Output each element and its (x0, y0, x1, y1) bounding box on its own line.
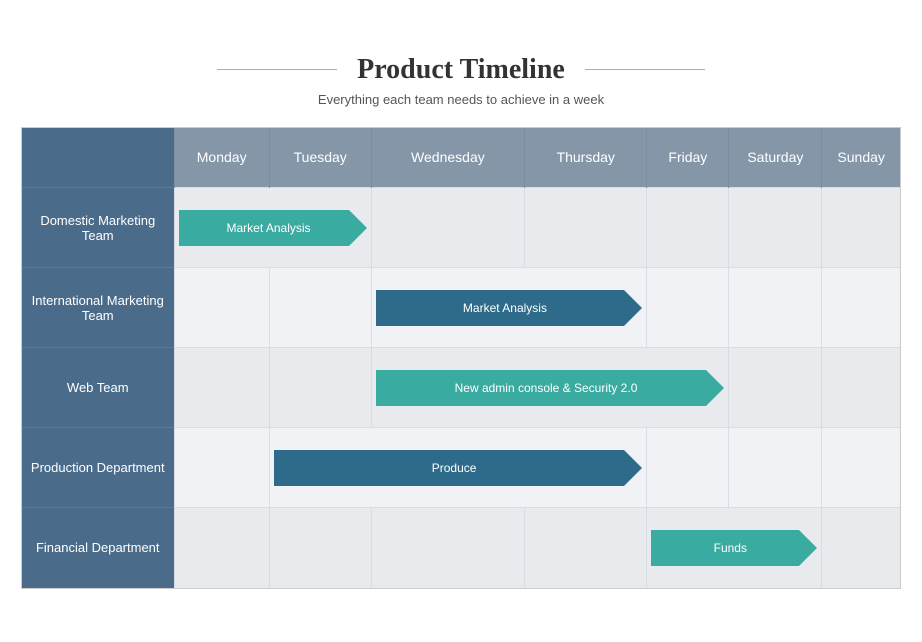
header-team-cell (22, 128, 174, 188)
header-thursday: Thursday (525, 128, 647, 188)
day-cell (729, 348, 822, 428)
header-lines: Product Timeline (21, 54, 901, 86)
day-cell (822, 268, 900, 348)
day-cell (647, 188, 729, 268)
day-cell (371, 508, 525, 588)
day-cell (174, 268, 269, 348)
page-subtitle: Everything each team needs to achieve in… (21, 92, 901, 107)
timeline-table: Monday Tuesday Wednesday Thursday Friday… (22, 128, 900, 588)
day-cell (269, 508, 371, 588)
header-sunday: Sunday (822, 128, 900, 188)
header-row: Monday Tuesday Wednesday Thursday Friday… (22, 128, 900, 188)
day-cell (822, 508, 900, 588)
day-cell (371, 188, 525, 268)
day-cell (822, 428, 900, 508)
day-cell (525, 508, 647, 588)
header-tuesday: Tuesday (269, 128, 371, 188)
day-cell (269, 348, 371, 428)
arrow-cell: Funds (647, 508, 822, 588)
day-cell (729, 428, 822, 508)
day-cell (647, 268, 729, 348)
team-cell: Financial Department (22, 508, 174, 588)
arrow-cell: Market Analysis (371, 268, 647, 348)
team-cell: Domestic Marketing Team (22, 188, 174, 268)
day-cell (822, 188, 900, 268)
header-line-right (585, 69, 705, 70)
header-saturday: Saturday (729, 128, 822, 188)
day-cell (822, 348, 900, 428)
day-cell (729, 188, 822, 268)
table-row: International Marketing Team Market Analy… (22, 268, 900, 348)
day-cell (525, 188, 647, 268)
table-row: Web Team New admin console & Security 2.0 (22, 348, 900, 428)
day-cell (174, 428, 269, 508)
team-cell: Production Department (22, 428, 174, 508)
header-area: Product Timeline Everything each team ne… (21, 54, 901, 107)
arrow-cell: New admin console & Security 2.0 (371, 348, 729, 428)
header-monday: Monday (174, 128, 269, 188)
day-cell (647, 428, 729, 508)
day-cell (269, 268, 371, 348)
timeline-wrapper: Monday Tuesday Wednesday Thursday Friday… (21, 127, 901, 589)
header-wednesday: Wednesday (371, 128, 525, 188)
table-row: Financial Department Funds (22, 508, 900, 588)
header-friday: Friday (647, 128, 729, 188)
table-row: Production Department Produce (22, 428, 900, 508)
team-cell: International Marketing Team (22, 268, 174, 348)
table-row: Domestic Marketing TeamMarket Analysis (22, 188, 900, 268)
day-cell (729, 268, 822, 348)
team-cell: Web Team (22, 348, 174, 428)
arrow-cell: Produce (269, 428, 646, 508)
page-container: Product Timeline Everything each team ne… (11, 34, 911, 609)
header-line-left (217, 69, 337, 70)
page-title: Product Timeline (337, 54, 585, 86)
day-cell (174, 508, 269, 588)
arrow-cell: Market Analysis (174, 188, 371, 268)
day-cell (174, 348, 269, 428)
